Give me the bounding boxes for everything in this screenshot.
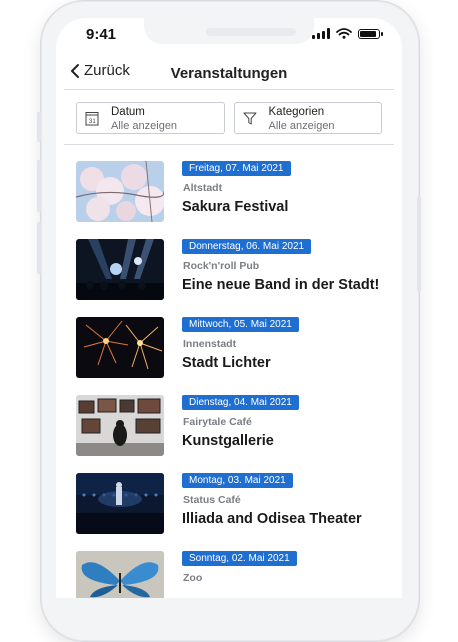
event-list-item[interactable]: Mittwoch, 05. Mai 2021 Innenstadt Stadt … [76, 317, 386, 395]
svg-text:31: 31 [89, 119, 96, 125]
event-venue: Altstadt [183, 182, 223, 194]
date-filter-value: Alle anzeigen [111, 120, 178, 132]
event-venue: Rock'n'roll Pub [183, 260, 260, 272]
phone-volume-down-button [37, 222, 41, 274]
category-filter-button[interactable]: Kategorien Alle anzeigen [233, 102, 382, 134]
status-icons [312, 28, 383, 39]
event-date-badge: Sonntag, 02. Mai 2021 [182, 551, 297, 566]
app-screen: 9:41 Zurück Veranstaltungen 31 Datum All… [56, 18, 402, 598]
event-list-item[interactable]: Freitag, 07. Mai 2021 Altstadt Sakura Fe… [76, 161, 386, 239]
page-title: Veranstaltungen [170, 65, 288, 82]
phone-side-button [37, 112, 41, 142]
art-gallery-photo [76, 395, 164, 456]
event-date-badge: Donnerstag, 06. Mai 2021 [182, 239, 312, 254]
event-title: Sakura Festival [182, 199, 289, 215]
theater-stage-photo [76, 473, 164, 534]
filter-divider [64, 144, 394, 145]
event-list-item[interactable]: Dienstag, 04. Mai 2021 Fairytale Café Ku… [76, 395, 386, 473]
category-filter-value: Alle anzeigen [268, 120, 335, 132]
event-list-item[interactable]: Montag, 03. Mai 2021 Status Café Illiada… [76, 473, 386, 551]
filter-bar: 31 Datum Alle anzeigen Kategorien Alle a… [76, 102, 382, 134]
event-venue: Zoo [183, 572, 203, 584]
wifi-icon [336, 28, 352, 39]
event-date-badge: Dienstag, 04. Mai 2021 [182, 395, 299, 410]
event-title: Illiada and Odisea Theater [182, 511, 362, 527]
phone-volume-up-button [37, 160, 41, 212]
date-filter-label: Datum [111, 106, 145, 118]
calendar-icon: 31 [85, 112, 99, 126]
event-date-badge: Freitag, 07. Mai 2021 [182, 161, 291, 176]
concert-stage-photo [76, 239, 164, 300]
event-list-item[interactable]: Sonntag, 02. Mai 2021 Zoo [76, 551, 386, 598]
date-filter-button[interactable]: 31 Datum Alle anzeigen [76, 102, 225, 134]
phone-power-button [417, 196, 421, 292]
status-time: 9:41 [86, 26, 117, 43]
status-bar: 9:41 [56, 18, 402, 48]
event-date-badge: Mittwoch, 05. Mai 2021 [182, 317, 299, 332]
event-venue: Fairytale Café [183, 416, 252, 428]
nav-divider [64, 89, 394, 90]
cherry-blossom-photo [76, 161, 164, 222]
event-venue: Status Café [183, 494, 241, 506]
category-filter-label: Kategorien [268, 106, 325, 118]
navigation-bar: Zurück Veranstaltungen [56, 60, 402, 90]
cellular-signal-icon [312, 28, 330, 39]
battery-icon [358, 28, 383, 39]
event-title: Eine neue Band in der Stadt! [182, 277, 380, 293]
butterfly-photo [76, 551, 164, 598]
event-list: Freitag, 07. Mai 2021 Altstadt Sakura Fe… [76, 161, 386, 598]
fireworks-photo [76, 317, 164, 378]
event-date-badge: Montag, 03. Mai 2021 [182, 473, 293, 488]
event-title: Stadt Lichter [182, 355, 271, 371]
event-title: Kunstgallerie [182, 433, 274, 449]
event-list-item[interactable]: Donnerstag, 06. Mai 2021 Rock'n'roll Pub… [76, 239, 386, 317]
event-venue: Innenstadt [183, 338, 237, 350]
filter-icon [243, 112, 256, 125]
